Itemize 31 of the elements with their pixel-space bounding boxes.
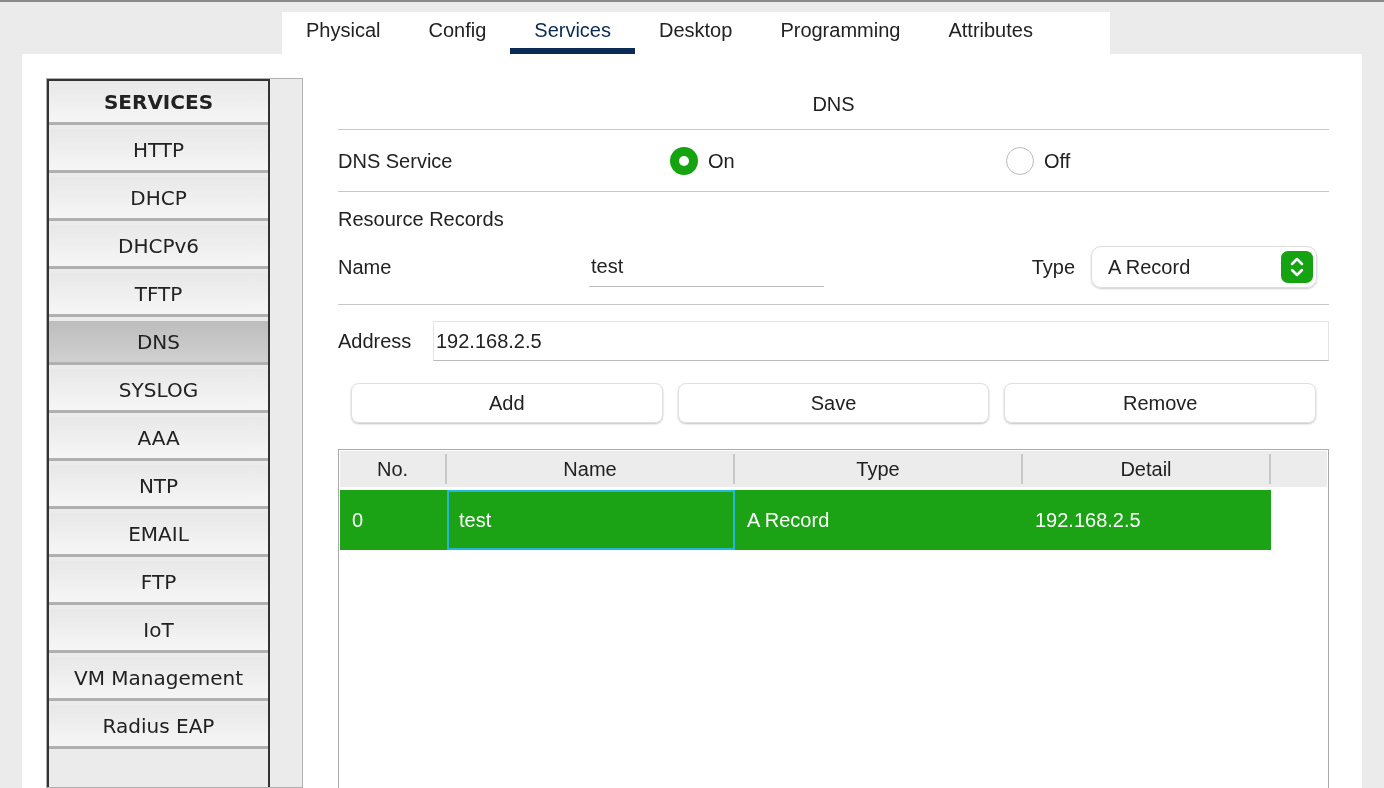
tab[interactable]: Attributes [924, 12, 1057, 54]
table-cell: test [447, 490, 735, 550]
sidebar-item[interactable]: DNS [49, 321, 268, 365]
name-field[interactable]: test [589, 247, 824, 287]
field-label: Address [338, 329, 413, 354]
tab[interactable]: Desktop [635, 12, 757, 54]
section-label: Resource Records [338, 207, 505, 230]
radio-label: Off [1044, 148, 1071, 174]
section-title: DNS [338, 78, 1329, 130]
field-label: Type [1031, 255, 1075, 280]
action-button[interactable]: Remove [1004, 383, 1316, 423]
column-header[interactable]: Name [447, 454, 735, 484]
radio-button[interactable] [1006, 146, 1034, 175]
radio-label: On [708, 148, 735, 174]
tab[interactable]: Config [404, 12, 511, 54]
table-cell-text: 0 [351, 508, 365, 533]
tab[interactable]: Physical [282, 12, 405, 54]
column-header[interactable]: Type [735, 454, 1023, 484]
radio-button[interactable] [670, 146, 698, 175]
field-label: Name [338, 255, 393, 280]
type-dropdown[interactable]: A Record [1091, 246, 1317, 288]
action-button[interactable]: Add [351, 383, 663, 423]
stepper-icon [1281, 251, 1313, 283]
table-cell-text: 192.168.2.5 [1034, 508, 1142, 533]
column-header[interactable]: No. [340, 454, 447, 484]
column-header[interactable]: Detail [1023, 454, 1271, 484]
tab[interactable]: Programming [756, 12, 925, 54]
action-button[interactable]: Save [677, 383, 990, 423]
address-field[interactable]: 192.168.2.5 [433, 321, 1329, 361]
field-label: DNS Service [338, 148, 454, 174]
table-cell-text: A Record [746, 508, 831, 533]
